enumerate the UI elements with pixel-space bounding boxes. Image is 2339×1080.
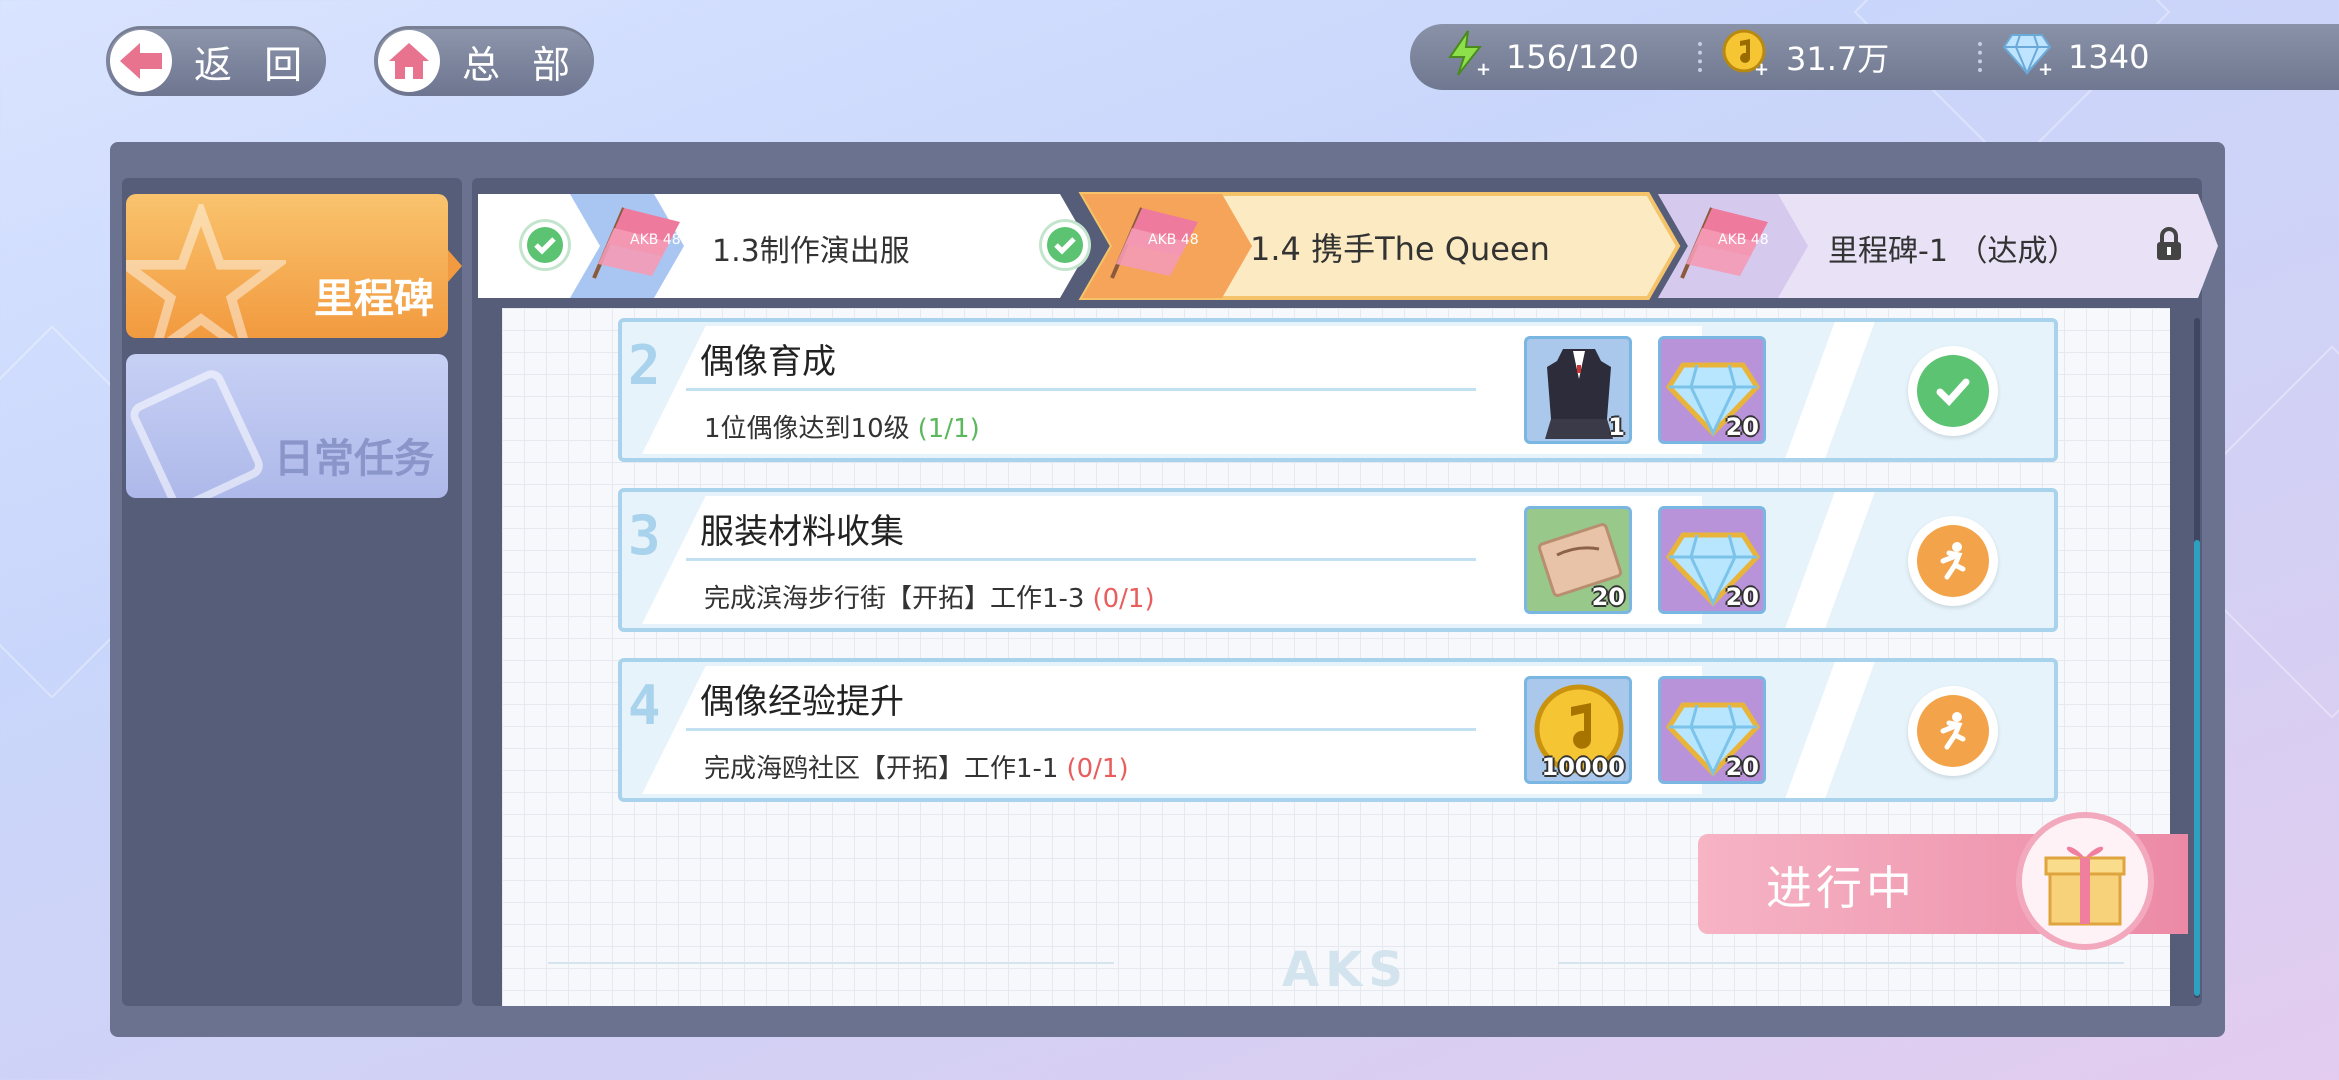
divider <box>1785 322 1875 458</box>
in-progress-label: 进行中 <box>1766 861 1916 915</box>
stamina-icon: + <box>1442 29 1491 85</box>
svg-text:+: + <box>1476 59 1490 77</box>
task-card: 4 偶像经验提升 完成海鸥社区【开拓】工作1-1 (0/1) 10000 20 <box>618 658 2058 802</box>
task-desc: 完成海鸥社区【开拓】工作1-1 (0/1) <box>704 748 1129 785</box>
task-complete-button[interactable] <box>1908 346 1998 436</box>
reward-count: 20 <box>1591 583 1625 611</box>
reward-count: 10000 <box>1541 753 1626 781</box>
back-arrow-icon <box>110 30 172 92</box>
task-go-button[interactable] <box>1908 686 1998 776</box>
task-number: 2 <box>628 334 661 397</box>
task-desc-text: 1位偶像达到10级 <box>704 414 910 444</box>
home-icon <box>378 30 440 92</box>
reward-diamond[interactable]: 20 <box>1658 676 1766 784</box>
home-button[interactable]: 总 部 <box>374 26 594 96</box>
task-progress: (0/1) <box>1092 584 1155 614</box>
running-icon <box>1917 695 1989 767</box>
lock-icon <box>2157 227 2181 260</box>
task-title: 偶像经验提升 <box>700 682 904 722</box>
divider <box>686 728 1476 731</box>
task-title: 偶像育成 <box>700 342 836 382</box>
task-number: 3 <box>628 504 661 567</box>
svg-text:+: + <box>2038 59 2052 75</box>
tab-label: 1.3制作演出服 <box>712 234 910 269</box>
coin-value: 31.7万 <box>1786 40 1890 78</box>
diamond-icon: + <box>2002 31 2053 83</box>
task-desc: 完成滨海步行街【开拓】工作1-3 (0/1) <box>704 578 1155 615</box>
coin-icon: + <box>1722 29 1770 85</box>
gift-box-icon[interactable] <box>2016 812 2154 950</box>
reward-count: 20 <box>1725 753 1759 781</box>
diamond-value: 1340 <box>2068 38 2150 76</box>
clipboard-icon <box>130 370 263 498</box>
sidebar-item-label: 日常任务 <box>274 436 434 482</box>
divider <box>1785 492 1875 628</box>
divider <box>1978 42 1987 72</box>
task-card: 2 偶像育成 1位偶像达到10级 (1/1) 1 20 <box>618 318 2058 462</box>
divider <box>686 558 1476 561</box>
reward-diamond[interactable]: 20 <box>1658 336 1766 444</box>
home-label: 总 部 <box>462 42 581 87</box>
diamond-display[interactable]: + 1340 <box>2002 24 2149 90</box>
task-desc-text: 完成海鸥社区【开拓】工作1-1 <box>704 754 1059 784</box>
divider <box>1785 662 1875 798</box>
divider <box>686 388 1476 391</box>
task-desc-text: 完成滨海步行街【开拓】工作1-3 <box>704 584 1085 614</box>
tab-label: 1.4 携手The Queen <box>1250 230 1550 268</box>
scrollbar-thumb[interactable] <box>2194 540 2200 996</box>
footer-logo: AKS <box>1282 942 1409 998</box>
selected-pointer <box>448 250 462 282</box>
reward-diamond[interactable]: 20 <box>1658 506 1766 614</box>
running-icon <box>1917 525 1989 597</box>
reward-outfit[interactable]: 1 <box>1524 336 1632 444</box>
task-number: 4 <box>628 674 661 737</box>
reward-material[interactable]: 20 <box>1524 506 1632 614</box>
divider <box>1698 42 1707 72</box>
task-desc: 1位偶像达到10级 (1/1) <box>704 408 980 445</box>
divider <box>1558 962 2124 964</box>
back-label: 返 回 <box>194 42 313 87</box>
task-progress: (0/1) <box>1066 754 1129 784</box>
svg-text:+: + <box>1754 59 1769 77</box>
stamina-value: 156/120 <box>1506 38 1639 76</box>
sidebar-item-daily[interactable]: 日常任务 <box>126 354 448 498</box>
task-go-button[interactable] <box>1908 516 1998 606</box>
stamina-display[interactable]: + 156/120 <box>1442 24 1639 90</box>
divider <box>548 962 1114 964</box>
back-button[interactable]: 返 回 <box>106 26 326 96</box>
tab-label: 里程碑-1 （达成） <box>1828 234 2078 269</box>
reward-coin[interactable]: 10000 <box>1524 676 1632 784</box>
task-card: 3 服装材料收集 完成滨海步行街【开拓】工作1-3 (0/1) 20 20 <box>618 488 2058 632</box>
check-icon <box>1917 355 1989 427</box>
sidebar-item-milestone[interactable]: 里程碑 <box>126 194 448 338</box>
reward-count: 20 <box>1725 413 1759 441</box>
task-progress: (1/1) <box>917 414 980 444</box>
sidebar-item-label: 里程碑 <box>314 276 434 322</box>
gift-icon <box>2044 846 2126 926</box>
star-icon <box>126 204 286 338</box>
reward-count: 1 <box>1608 413 1625 441</box>
coin-display[interactable]: + 31.7万 <box>1722 24 1889 90</box>
reward-count: 20 <box>1725 583 1759 611</box>
task-title: 服装材料收集 <box>700 512 904 552</box>
